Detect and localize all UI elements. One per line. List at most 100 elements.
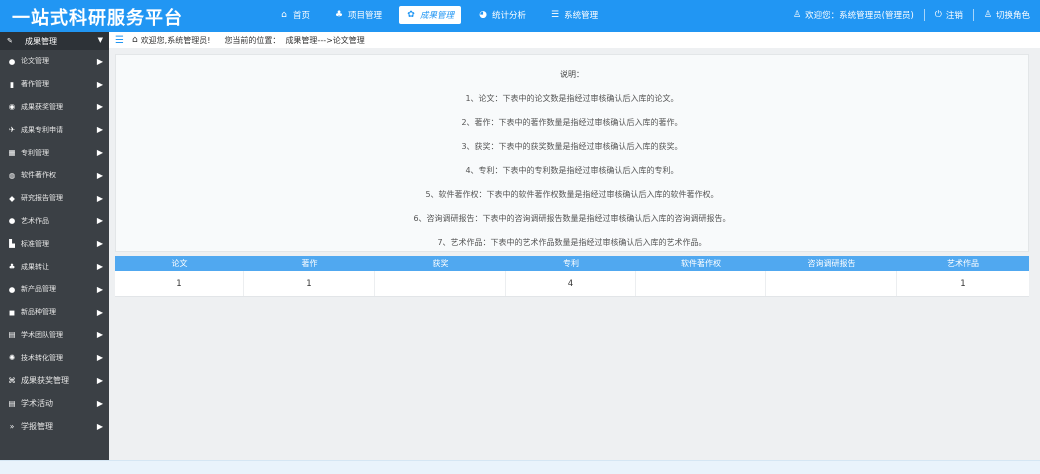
sidebar-item-label: 新品种管理 — [21, 308, 56, 317]
sidebar-item-label: 成果转让 — [21, 262, 49, 271]
sidebar-item[interactable]: ◍ 软件著作权 ▶ — [0, 164, 109, 187]
caret-right-icon: ▶ — [96, 262, 103, 272]
nav-achievements-label: 成果管理 — [420, 11, 455, 21]
caret-right-icon: ▶ — [96, 376, 103, 386]
activity-icon: ▤ — [8, 398, 16, 408]
footer-bar — [0, 460, 1040, 474]
table-cell[interactable]: 1 — [244, 271, 375, 296]
nav-projects-label: 项目管理 — [348, 11, 383, 21]
note-line: 3、获奖：下表中的获奖数量是指经过审核确认后入库的获奖。 — [461, 142, 683, 151]
table-cell[interactable]: 4 — [506, 271, 636, 296]
art-icon: ● — [8, 216, 16, 226]
sidebar-item-label: 成果专利申请 — [21, 125, 63, 134]
note-line: 4、专利：下表中的专利数是指经过审核确认后入库的专利。 — [465, 166, 679, 175]
caret-right-icon: ▶ — [96, 398, 103, 408]
caret-right-icon: ▶ — [96, 284, 103, 294]
note-line: 1、论文：下表中的论文数是指经过审核确认后入库的论文。 — [465, 94, 679, 103]
nav-achievements[interactable]: ✿ 成果管理 — [399, 6, 462, 24]
sidebar-item-label: 软件著作权 — [21, 171, 56, 180]
nav-home-label: 首页 — [293, 11, 311, 21]
sidebar-item[interactable]: ◼ 新品种管理 ▶ — [0, 301, 109, 324]
double-chevron-icon: » — [9, 421, 15, 431]
note-line: 7、艺术作品：下表中的艺术作品数量是指经过审核确认后入库的艺术作品。 — [437, 238, 707, 247]
caret-right-icon: ▶ — [96, 421, 103, 431]
search-award-icon: ◉ — [8, 102, 16, 112]
sidebar-item[interactable]: ▤ 学术团队管理 ▶ — [0, 324, 109, 347]
menu-toggle-icon[interactable]: ☰ — [115, 35, 124, 46]
sidebar-item-label: 成果获奖管理 — [21, 102, 63, 111]
pie-chart-icon: ◕ — [479, 10, 487, 20]
sidebar-item-label: 专利管理 — [21, 148, 49, 157]
caret-right-icon: ▶ — [96, 216, 103, 226]
switch-role-link[interactable]: 切换角色 — [996, 9, 1030, 21]
sidebar-item[interactable]: ● 艺术作品 ▶ — [0, 210, 109, 233]
sidebar-item-label: 论文管理 — [21, 57, 49, 66]
user-icon: ♙ — [793, 10, 802, 20]
nav-statistics-label: 统计分析 — [492, 11, 527, 21]
user-tools: ♙ 欢迎您：系统管理员(管理员) ⏻ 注销 ♙ 切换角色 — [793, 9, 1030, 21]
nav-system-label: 系统管理 — [564, 11, 599, 21]
sidebar-item-label: 著作管理 — [21, 80, 49, 89]
stats-table: 论文 著作 获奖 专利 软件著作权 咨询调研报告 艺术作品 1 1 4 1 — [115, 256, 1029, 297]
nav-projects[interactable]: ♣ 项目管理 — [327, 6, 389, 24]
logout-link[interactable]: 注销 — [946, 9, 963, 21]
column-header: 专利 — [563, 259, 579, 268]
sidebar-item[interactable]: ◆ 研究报告管理 ▶ — [0, 187, 109, 210]
sidebar-item[interactable]: ⌘ 成果获奖管理 ▶ — [0, 369, 109, 392]
caret-right-icon: ▶ — [96, 193, 103, 203]
transfer-icon: ♣ — [8, 262, 16, 272]
table-cell[interactable]: 1 — [897, 271, 1029, 296]
caret-right-icon: ▶ — [96, 353, 103, 363]
sidebar-item[interactable]: ▮ 著作管理 ▶ — [0, 73, 109, 96]
table-cell[interactable] — [636, 271, 766, 296]
product-icon: ● — [8, 284, 16, 294]
pin-icon: ✎ — [7, 37, 13, 45]
circle-icon: ● — [8, 56, 16, 66]
user-switch-icon[interactable]: ♙ — [984, 10, 992, 20]
database-icon: ☰ — [551, 10, 560, 20]
power-icon[interactable]: ⏻ — [935, 10, 942, 20]
sidebar-item-label: 研究报告管理 — [21, 194, 63, 203]
sidebar-item[interactable]: ● 论文管理 ▶ — [0, 50, 109, 73]
software-icon: ◍ — [8, 170, 16, 180]
table-cell[interactable] — [766, 271, 897, 296]
caret-down-icon: ▼ — [97, 36, 103, 44]
sidebar-item-label: 技术转化管理 — [21, 353, 63, 362]
note-line: 2、著作：下表中的著作数量是指经过审核确认后入库的著作。 — [461, 118, 683, 127]
sidebar-item[interactable]: ◉ 成果获奖管理 ▶ — [0, 96, 109, 119]
note-line: 6、咨询调研报告：下表中的咨询调研报告数量是指经过审核确认后入库的咨询调研报告。 — [413, 214, 731, 223]
nav-home[interactable]: ⌂ 首页 — [272, 6, 317, 24]
sidebar-item[interactable]: ✈ 成果专利申请 ▶ — [0, 118, 109, 141]
sidebar-header[interactable]: ✎ 成果管理 ▼ — [0, 32, 109, 50]
sidebar-item[interactable]: » 学报管理 ▶ — [0, 415, 109, 438]
sidebar-item[interactable]: ▦ 专利管理 ▶ — [0, 141, 109, 164]
divider — [972, 9, 974, 21]
sidebar-item-label: 新产品管理 — [21, 285, 56, 294]
sidebar-item[interactable]: ✺ 技术转化管理 ▶ — [0, 346, 109, 369]
nav-statistics[interactable]: ◕ 统计分析 — [471, 6, 533, 24]
breadcrumb-path: 成果管理--->论文管理 — [285, 35, 365, 45]
sidebar-item[interactable]: ▤ 学术活动 ▶ — [0, 392, 109, 415]
column-header: 软件著作权 — [681, 259, 721, 268]
nav-system[interactable]: ☰ 系统管理 — [543, 6, 605, 24]
breadcrumb-location-label: 您当前的位置： — [224, 35, 281, 45]
team-icon: ▤ — [8, 330, 16, 340]
table-row: 1 1 4 1 — [115, 271, 1029, 297]
top-header: 一站式科研服务平台 ⌂ 首页 ♣ 项目管理 ✿ 成果管理 ◕ 统计分析 ☰ 系统… — [0, 0, 1040, 32]
sidebar-item[interactable]: ♣ 成果转让 ▶ — [0, 255, 109, 278]
sidebar-item[interactable]: ● 新产品管理 ▶ — [0, 278, 109, 301]
notes-title: 说明： — [560, 70, 584, 79]
table-cell[interactable] — [375, 271, 506, 296]
book-icon: ▮ — [9, 79, 15, 89]
sidebar-item-label: 成果获奖管理 — [21, 376, 69, 386]
sidebar-item-label: 学报管理 — [21, 421, 53, 431]
caret-right-icon: ▶ — [96, 239, 103, 249]
breadcrumb: ☰ ⌂ 欢迎您,系统管理员! 您当前的位置： 成果管理--->论文管理 — [109, 32, 1040, 48]
app-title: 一站式科研服务平台 — [12, 8, 183, 29]
sidebar-item[interactable]: ▙ 标准管理 ▶ — [0, 232, 109, 255]
table-cell[interactable]: 1 — [115, 271, 244, 296]
caret-right-icon: ▶ — [96, 125, 103, 135]
sidebar-item-label: 标准管理 — [21, 239, 49, 248]
caret-right-icon: ▶ — [96, 148, 103, 158]
main-nav: ⌂ 首页 ♣ 项目管理 ✿ 成果管理 ◕ 统计分析 ☰ 系统管理 — [272, 6, 605, 24]
